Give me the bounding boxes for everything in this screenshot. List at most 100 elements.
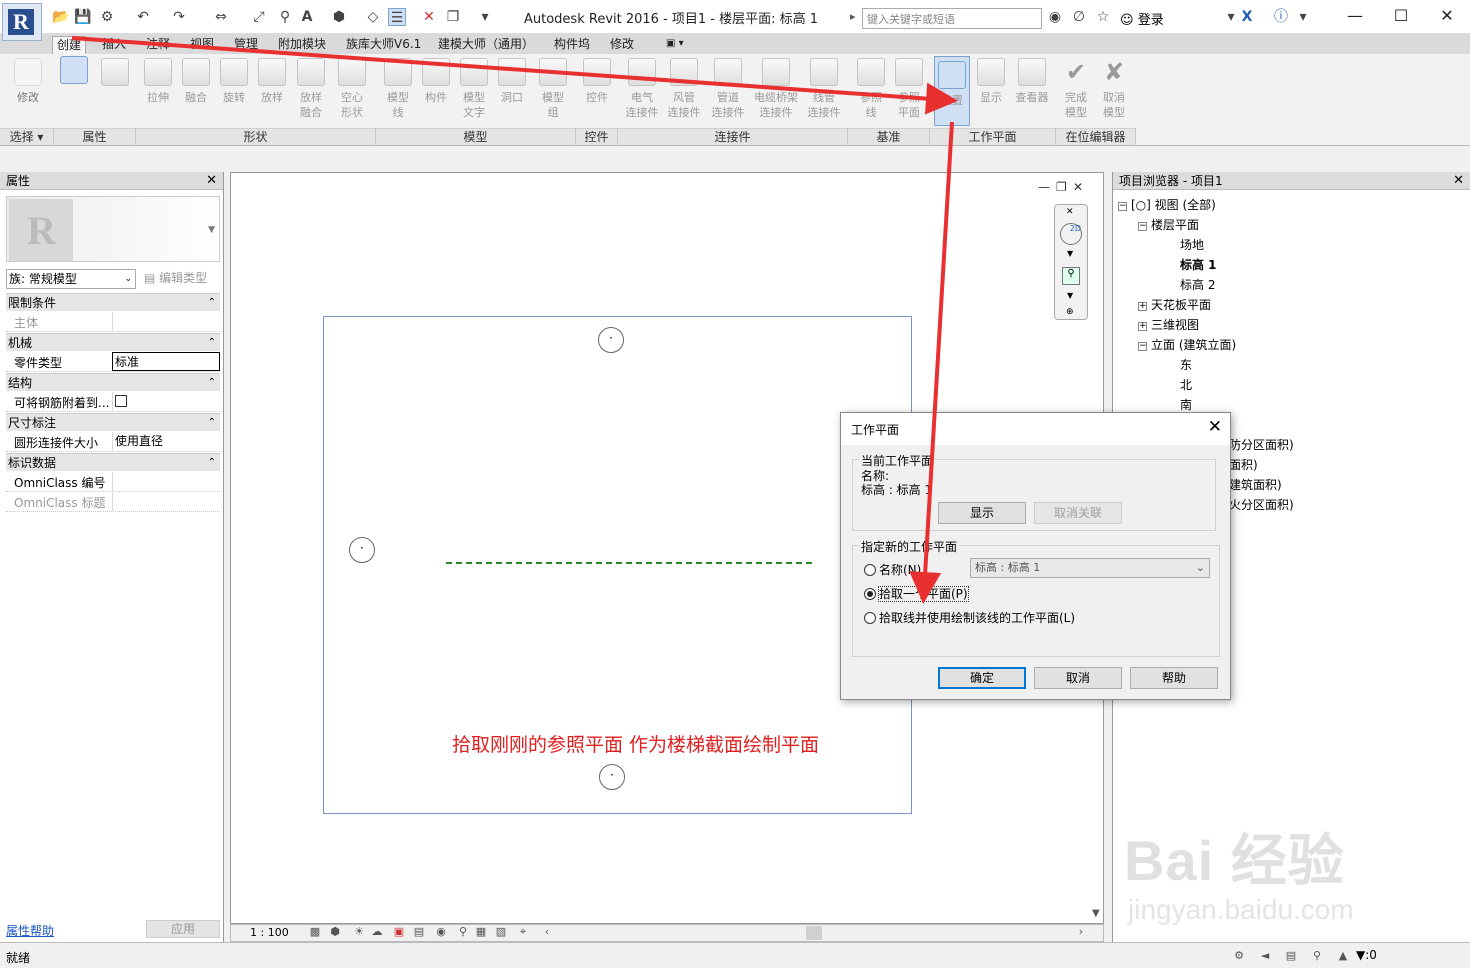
open-icon[interactable]: 📂 <box>52 8 70 26</box>
elevation-marker-west-icon[interactable] <box>349 537 375 563</box>
modify-button[interactable]: 修改 <box>8 58 48 105</box>
close-icon[interactable]: ✕ <box>1453 172 1464 190</box>
radio-pick-line-option[interactable]: 拾取线并使用绘制该线的工作平面(L) <box>864 609 1075 626</box>
tab-family-library[interactable]: 族库大师V6.1 <box>342 36 425 54</box>
search-expand-icon[interactable]: ▸ <box>850 10 856 23</box>
model-text-button[interactable]: 模型 文字 <box>458 58 490 120</box>
tree-item-area-plan-partial[interactable]: 防分区面积) <box>1229 436 1294 453</box>
temporary-hide-icon[interactable]: ◉ <box>434 925 448 939</box>
ribbon-minimize-toggle-icon[interactable]: ▣ ▾ <box>662 36 688 54</box>
section-icon[interactable]: ◇ <box>364 8 382 26</box>
tab-modify[interactable]: 修改 <box>606 36 638 54</box>
help-dropdown-icon[interactable]: ▾ <box>1294 8 1312 26</box>
radio-button[interactable] <box>864 564 876 576</box>
expand-toggle-icon[interactable]: + <box>1138 302 1147 311</box>
expand-toggle-icon[interactable]: + <box>1138 322 1147 331</box>
group-identity-data[interactable]: 标识数据 ⌃ <box>6 453 220 471</box>
scroll-down-icon[interactable]: ▼ <box>1092 908 1100 919</box>
chevron-down-icon[interactable]: ▼ <box>1067 249 1073 258</box>
aligned-dimension-icon[interactable]: ⤢ <box>250 8 268 26</box>
login-button[interactable]: ☺ 登录 <box>1120 9 1164 28</box>
tree-item-area-plan-partial[interactable]: 火分区面积) <box>1229 496 1294 513</box>
revolve-button[interactable]: 旋转 <box>218 58 250 105</box>
restore-view-icon[interactable]: — <box>1038 180 1050 194</box>
favorites-icon[interactable]: ☆ <box>1094 8 1112 26</box>
binoculars-icon[interactable]: ◉ <box>1046 8 1064 26</box>
analytical-model-icon[interactable]: ▦ <box>474 925 488 939</box>
void-forms-button[interactable]: 空心 形状 <box>334 58 370 120</box>
tab-insert[interactable]: 插入 <box>98 36 130 54</box>
collapse-icon[interactable]: ⌃ <box>208 414 216 432</box>
crop-view-icon[interactable]: ▣ <box>392 925 406 939</box>
level-select[interactable]: 标高 : 标高 1 ⌄ <box>970 558 1210 578</box>
group-structural[interactable]: 结构 ⌃ <box>6 373 220 391</box>
elevation-marker-south-icon[interactable] <box>599 764 625 790</box>
model-line-button[interactable]: 模型 线 <box>382 58 414 120</box>
elevation-marker-north-icon[interactable] <box>598 327 624 353</box>
minimize-button[interactable]: — <box>1332 4 1378 28</box>
select-links-icon[interactable]: ◄ <box>1258 949 1272 963</box>
tree-item-3d-views[interactable]: + 三维视图 <box>1138 316 1199 333</box>
finish-model-button[interactable]: ✔ 完成 模型 <box>1060 58 1092 120</box>
reveal-constraints-icon[interactable]: ⌖ <box>516 925 530 939</box>
switch-windows-icon[interactable]: ❐ <box>444 8 462 26</box>
undo-icon[interactable]: ↶ <box>134 8 152 26</box>
redo-icon[interactable]: ↷ <box>170 8 188 26</box>
horizontal-scrollbar-thumb[interactable] <box>806 926 822 940</box>
exchange-apps-icon[interactable]: X <box>1238 8 1256 26</box>
extrusion-button[interactable]: 拉伸 <box>142 58 174 105</box>
family-category-button[interactable] <box>98 58 132 90</box>
type-selector[interactable]: ▼ <box>6 196 220 262</box>
reference-line-button[interactable]: 参照 线 <box>856 58 886 120</box>
radio-button[interactable] <box>864 588 876 600</box>
tree-item-south[interactable]: 南 <box>1180 396 1192 413</box>
chevron-down-icon[interactable]: ▼ <box>1067 291 1073 300</box>
pipe-connector-button[interactable]: 管道 连接件 <box>708 58 748 120</box>
tab-manage[interactable]: 管理 <box>230 36 262 54</box>
tree-item-site[interactable]: 场地 <box>1180 236 1204 253</box>
swept-blend-button[interactable]: 放样 融合 <box>294 58 328 120</box>
scroll-left-icon[interactable]: ‹ <box>540 925 554 939</box>
select-pinned-icon[interactable]: ⚲ <box>1310 949 1324 963</box>
tab-modeling-master[interactable]: 建模大师（通用） <box>434 36 538 54</box>
tab-view[interactable]: 视图 <box>186 36 218 54</box>
maximize-view-icon[interactable]: ❐ <box>1056 180 1067 194</box>
scroll-right-icon[interactable]: › <box>1074 925 1088 939</box>
edit-type-button[interactable]: ▤ 编辑类型 <box>144 269 207 286</box>
tree-item-area-plan-partial[interactable]: 建筑面积) <box>1229 476 1282 493</box>
collapse-toggle-icon[interactable]: − <box>1138 342 1147 351</box>
close-window-button[interactable]: ✕ <box>1424 4 1470 28</box>
detail-level-icon[interactable]: ▩ <box>308 925 322 939</box>
customize-toolbar-icon[interactable]: ▾ <box>476 8 494 26</box>
filter-count[interactable]: ▼:0 <box>1356 948 1377 962</box>
collapse-icon[interactable]: ⌃ <box>208 374 216 392</box>
tree-item-views-all[interactable]: − [○] 视图 (全部) <box>1118 196 1216 213</box>
text-icon[interactable]: A <box>298 8 316 26</box>
part-type-field[interactable]: 标准 <box>112 352 220 371</box>
close-icon[interactable]: ✕ <box>206 172 217 190</box>
close-icon[interactable]: ✕ <box>1208 417 1222 437</box>
help-icon[interactable]: ⓘ <box>1272 8 1290 26</box>
close-view-icon[interactable]: ✕ <box>1073 180 1083 194</box>
show-button[interactable]: 显示 <box>938 502 1026 524</box>
conduit-connector-button[interactable]: 线管 连接件 <box>804 58 844 120</box>
tab-addins[interactable]: 附加模块 <box>274 36 330 54</box>
shadows-icon[interactable]: ☁ <box>370 925 384 939</box>
rebar-host-checkbox[interactable] <box>115 395 127 407</box>
tree-item-north[interactable]: 北 <box>1180 376 1192 393</box>
steering-wheel-icon[interactable]: 2D <box>1060 223 1082 245</box>
sun-path-icon[interactable]: ☀ <box>352 925 366 939</box>
property-value[interactable] <box>112 492 220 511</box>
tree-item-area-plan-partial[interactable]: 面积) <box>1229 456 1258 473</box>
measure-icon[interactable]: ⇔ <box>212 8 230 26</box>
workplane-viewer-button[interactable]: 查看器 <box>1010 58 1054 105</box>
visual-style-icon[interactable]: ⬢ <box>328 925 342 939</box>
help-button[interactable]: 帮助 <box>1130 667 1218 689</box>
close-hidden-windows-icon[interactable]: ✕ <box>420 8 438 26</box>
cable-tray-connector-button[interactable]: 电缆桥架 连接件 <box>750 58 802 120</box>
group-constraints[interactable]: 限制条件 ⌃ <box>6 293 220 311</box>
subscription-icon[interactable]: ∅ <box>1070 8 1088 26</box>
control-button[interactable]: 控件 <box>582 58 612 105</box>
select-by-face-icon[interactable]: ▲ <box>1336 949 1350 963</box>
collapse-icon[interactable]: ⌃ <box>208 334 216 352</box>
